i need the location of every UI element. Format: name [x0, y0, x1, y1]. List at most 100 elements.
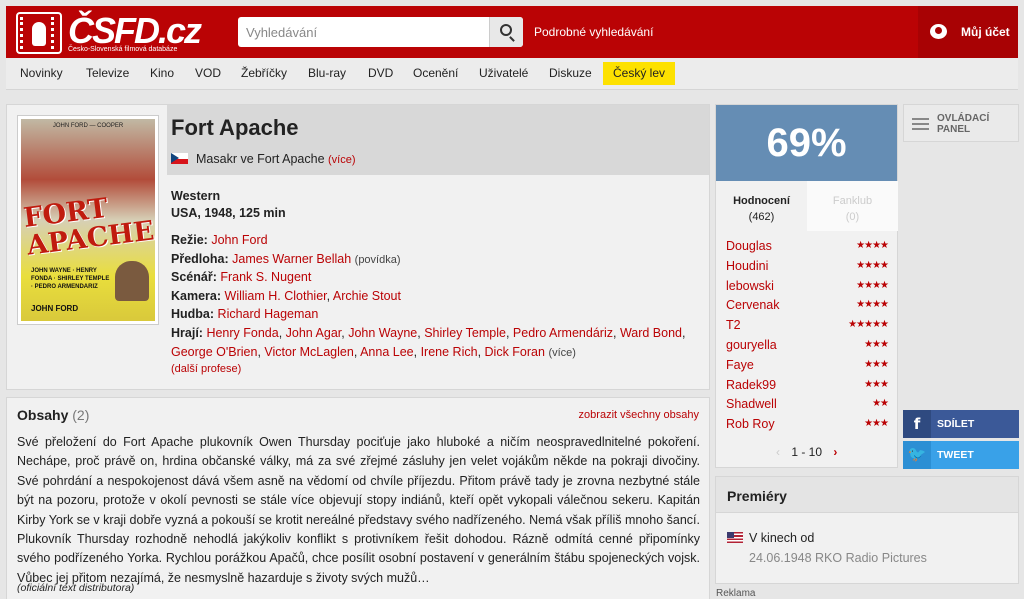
crew-screenplay: Scénář: Frank S. Nugent	[171, 268, 311, 286]
rating-user-name[interactable]: Radek99	[726, 378, 776, 392]
rating-user-name[interactable]: lebowski	[726, 279, 774, 293]
plot-text: Své přeložení do Fort Apache plukovník O…	[17, 435, 700, 585]
site-header: ČSFD.cz Česko-Slovenská filmová databáze…	[6, 6, 1018, 58]
nav-item-uzivatele[interactable]: Uživatelé	[473, 62, 534, 85]
rating-stars-icon: ★★★★	[856, 299, 889, 311]
site-logo[interactable]: ČSFD.cz Česko-Slovenská filmová databáze	[16, 10, 202, 54]
actor-link[interactable]: Victor McLaglen	[264, 345, 353, 359]
rating-user-name[interactable]: Cervenak	[726, 298, 780, 312]
control-panel-button[interactable]: OVLÁDACÍ PANEL	[903, 104, 1019, 142]
pager-next-icon[interactable]: ›	[833, 445, 837, 459]
nav-item-novinky[interactable]: Novinky	[14, 62, 69, 85]
film-info-box: JOHN FORD — COOPER FORT APACHE JOHN WAYN…	[6, 104, 710, 390]
search-button[interactable]	[489, 17, 523, 47]
actor-link[interactable]: Anna Lee	[360, 345, 414, 359]
plot-heading: Obsahy (2)	[17, 407, 89, 423]
cast-more-link[interactable]: (více)	[548, 347, 576, 359]
rating-user-row: Cervenak ★★★★	[726, 298, 889, 318]
pager-prev-icon[interactable]: ‹	[776, 445, 780, 459]
rating-stars-icon: ★★	[872, 398, 889, 410]
crew-cast: Hrají: Henry Fonda, John Agar, John Wayn…	[171, 326, 686, 359]
rating-user-name[interactable]: Shadwell	[726, 397, 777, 411]
nav-item-cesky-lev[interactable]: Český lev	[603, 62, 676, 85]
premiere-detail: 24.06.1948 RKO Radio Pictures	[749, 551, 927, 565]
rating-stars-icon: ★★★★	[856, 279, 889, 291]
poster-top-text: JOHN FORD — COOPER	[52, 123, 124, 129]
us-flag-icon	[727, 532, 743, 543]
facebook-icon: f	[903, 410, 931, 438]
account-label: Můj účet	[961, 25, 1010, 39]
tab-fanclub-count: (0)	[845, 211, 860, 223]
rating-user-row: Shadwell ★★	[726, 397, 889, 417]
film-strip-icon	[16, 12, 62, 54]
rating-user-name[interactable]: Douglas	[726, 239, 772, 253]
crew-source: Předloha: James Warner Bellah (povídka)	[171, 250, 401, 269]
rating-user-name[interactable]: Rob Roy	[726, 417, 775, 431]
crew-label: Kamera:	[171, 289, 222, 303]
rating-box: 69% Hodnocení (462) Fanklub (0) Douglas ★…	[715, 104, 898, 468]
tab-ratings-label: Hodnocení	[733, 195, 790, 207]
nav-item-zebricky[interactable]: Žebříčky	[235, 62, 293, 85]
facebook-share-label: SDÍLET	[937, 418, 975, 430]
actor-link[interactable]: John Agar	[286, 326, 342, 340]
actor-link[interactable]: Pedro Armendáriz	[513, 326, 613, 340]
film-genre: Western	[171, 189, 221, 203]
crew-link[interactable]: William H. Clothier	[225, 289, 327, 303]
nav-item-diskuze[interactable]: Diskuze	[543, 62, 598, 85]
nav-item-dvd[interactable]: DVD	[362, 62, 399, 85]
nav-item-bluray[interactable]: Blu-ray	[302, 62, 352, 85]
more-professions-link[interactable]: (další profese)	[171, 363, 241, 375]
crew-link[interactable]: Frank S. Nugent	[220, 270, 311, 284]
poster-portrait	[115, 261, 149, 301]
crew-label: Předloha:	[171, 252, 229, 266]
crew-label: Hrají:	[171, 326, 203, 340]
facebook-share-button[interactable]: f SDÍLET	[903, 410, 1019, 438]
rating-user-name[interactable]: T2	[726, 318, 741, 332]
user-icon	[930, 24, 947, 39]
show-all-plots-link[interactable]: zobrazit všechny obsahy	[579, 409, 699, 421]
tab-ratings[interactable]: Hodnocení (462)	[716, 181, 807, 231]
crew-label: Režie:	[171, 233, 208, 247]
actor-link[interactable]: Irene Rich	[421, 345, 478, 359]
tab-fanclub[interactable]: Fanklub (0)	[807, 181, 898, 231]
premiere-box: Premiéry V kinech od 24.06.1948 RKO Radi…	[715, 476, 1019, 584]
rating-stars-icon: ★★★	[864, 378, 889, 390]
film-title: Fort Apache	[171, 115, 299, 140]
actor-link[interactable]: George O'Brien	[171, 345, 257, 359]
nav-item-oceneni[interactable]: Ocenění	[407, 62, 464, 85]
rating-user-row: T2 ★★★★★	[726, 318, 889, 338]
search-input[interactable]	[238, 17, 488, 47]
nav-item-vod[interactable]: VOD	[189, 62, 227, 85]
actor-link[interactable]: Ward Bond	[620, 326, 682, 340]
rating-stars-icon: ★★★	[864, 339, 889, 350]
actor-link[interactable]: Dick Foran	[485, 345, 545, 359]
crew-link[interactable]: Archie Stout	[333, 289, 401, 303]
logo-subtitle: Česko-Slovenská filmová databáze	[68, 46, 178, 53]
premiere-header: Premiéry	[716, 477, 1018, 513]
actor-link[interactable]: Henry Fonda	[206, 326, 278, 340]
plot-box: Obsahy (2) zobrazit všechny obsahy Své p…	[6, 397, 710, 599]
crew-link[interactable]: Richard Hageman	[218, 307, 319, 321]
rating-user-name[interactable]: gouryella	[726, 338, 777, 352]
crew-link[interactable]: John Ford	[211, 233, 267, 247]
account-button[interactable]: Můj účet	[918, 6, 1018, 58]
actor-link[interactable]: Shirley Temple	[424, 326, 506, 340]
nav-item-televize[interactable]: Televize	[80, 62, 135, 85]
film-poster[interactable]: JOHN FORD — COOPER FORT APACHE JOHN WAYN…	[17, 115, 159, 325]
twitter-icon: 🐦	[903, 441, 931, 469]
twitter-share-label: TWEET	[937, 449, 974, 461]
crew-link[interactable]: James Warner Bellah	[232, 252, 351, 266]
nav-item-kino[interactable]: Kino	[144, 62, 180, 85]
rating-user-row: lebowski ★★★★	[726, 279, 889, 299]
czech-flag-icon	[171, 153, 188, 164]
search-icon	[500, 24, 512, 36]
menu-icon	[912, 118, 929, 130]
advanced-search-link[interactable]: Podrobné vyhledávání	[534, 25, 653, 39]
rating-user-name[interactable]: Faye	[726, 358, 754, 372]
alt-title-more-link[interactable]: (více)	[328, 154, 356, 166]
rating-pager: ‹ 1 - 10 ›	[776, 445, 837, 459]
actor-link[interactable]: John Wayne	[348, 326, 417, 340]
twitter-share-button[interactable]: 🐦 TWEET	[903, 441, 1019, 469]
rating-user-name[interactable]: Houdini	[726, 259, 768, 273]
rating-user-row: gouryella ★★★	[726, 338, 889, 358]
